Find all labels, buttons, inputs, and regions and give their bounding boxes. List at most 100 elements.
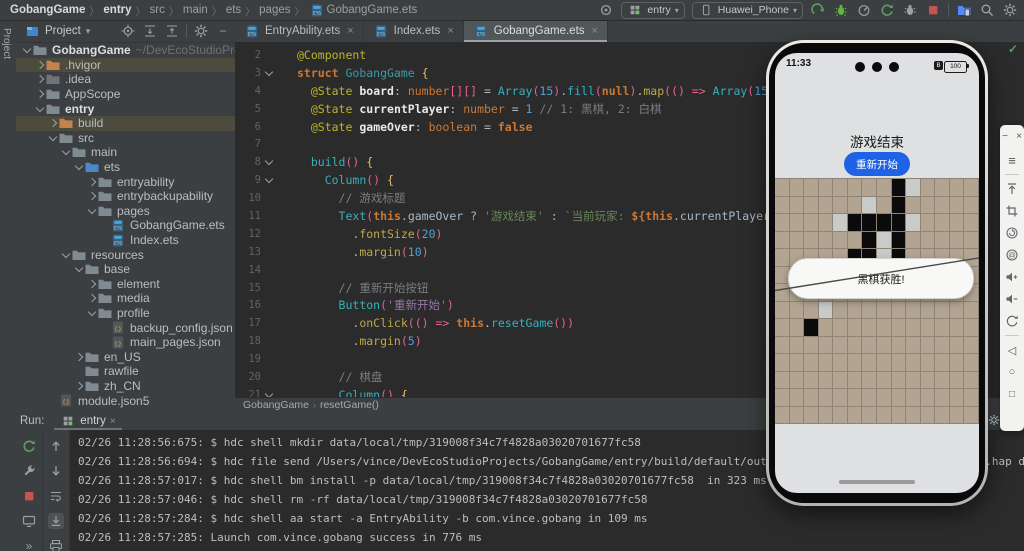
tree-item[interactable]: media	[16, 291, 235, 306]
board-cell[interactable]	[833, 389, 848, 407]
board-cell[interactable]	[804, 354, 819, 372]
board-cell[interactable]	[906, 302, 921, 320]
board-cell[interactable]	[892, 354, 907, 372]
board-cell[interactable]	[804, 179, 819, 197]
board-cell[interactable]	[848, 389, 863, 407]
tree-item[interactable]: element	[16, 277, 235, 292]
arrow-top-icon[interactable]	[1005, 178, 1019, 200]
search-icon[interactable]	[979, 2, 995, 18]
settings-icon[interactable]	[193, 23, 209, 39]
stop-icon[interactable]	[925, 2, 941, 18]
board-cell[interactable]	[862, 354, 877, 372]
black-stone[interactable]	[892, 197, 907, 215]
board-cell[interactable]	[862, 372, 877, 390]
board-cell[interactable]	[848, 197, 863, 215]
board-cell[interactable]	[892, 302, 907, 320]
board-cell[interactable]	[935, 354, 950, 372]
black-stone[interactable]	[862, 232, 877, 250]
tree-item[interactable]: pages	[16, 204, 235, 219]
board-cell[interactable]	[833, 354, 848, 372]
board-cell[interactable]	[819, 319, 834, 337]
attach-debug-icon[interactable]	[902, 2, 918, 18]
tree-expander[interactable]	[48, 136, 58, 140]
board-cell[interactable]	[819, 372, 834, 390]
board-cell[interactable]	[833, 179, 848, 197]
wrench-icon[interactable]	[21, 463, 37, 479]
rotate-icon[interactable]	[1005, 310, 1019, 332]
board-cell[interactable]	[833, 232, 848, 250]
softwrap-icon[interactable]	[48, 488, 64, 504]
up-icon[interactable]	[48, 438, 64, 454]
tree-item[interactable]: entrybackupability	[16, 189, 235, 204]
breadcrumb-class[interactable]: GobangGame	[243, 399, 309, 411]
board-cell[interactable]	[790, 214, 805, 232]
black-stone[interactable]	[892, 179, 907, 197]
board-cell[interactable]	[921, 232, 936, 250]
board-cell[interactable]	[877, 389, 892, 407]
board-cell[interactable]	[921, 179, 936, 197]
board-cell[interactable]	[935, 337, 950, 355]
board-cell[interactable]	[964, 232, 979, 250]
board-cell[interactable]	[877, 372, 892, 390]
board-cell[interactable]	[819, 354, 834, 372]
target-icon[interactable]	[598, 2, 614, 18]
board-cell[interactable]	[804, 232, 819, 250]
board-cell[interactable]	[790, 337, 805, 355]
board-cell[interactable]	[935, 179, 950, 197]
tree-item[interactable]: ETSGobangGame.ets	[16, 218, 235, 233]
white-stone[interactable]	[906, 179, 921, 197]
tree-item[interactable]: base	[16, 262, 235, 277]
locate-icon[interactable]	[120, 23, 136, 39]
device-select[interactable]: Huawei_Phone▾	[692, 2, 803, 19]
board-cell[interactable]	[775, 232, 790, 250]
fold-marker-icon[interactable]	[266, 178, 272, 182]
board-cell[interactable]	[790, 232, 805, 250]
board-cell[interactable]	[950, 197, 965, 215]
close-tab-icon[interactable]: ×	[110, 416, 116, 427]
rotate-circle-icon[interactable]	[1005, 222, 1019, 244]
board-cell[interactable]	[921, 354, 936, 372]
tree-expander[interactable]	[74, 267, 84, 271]
board-cell[interactable]	[950, 354, 965, 372]
black-stone[interactable]	[892, 232, 907, 250]
crop-icon[interactable]	[1005, 200, 1019, 222]
tree-item[interactable]: en_US	[16, 349, 235, 364]
tree-item[interactable]: .idea	[16, 72, 235, 87]
board-cell[interactable]	[848, 407, 863, 425]
rerun-icon[interactable]	[21, 438, 37, 454]
breadcrumb-item[interactable]: entry	[103, 4, 131, 16]
board-cell[interactable]	[935, 214, 950, 232]
tree-item[interactable]: GobangGame~/DevEcoStudioProjects/Goba	[16, 43, 235, 58]
tree-expander[interactable]	[61, 253, 71, 257]
white-stone[interactable]	[833, 214, 848, 232]
board-cell[interactable]	[790, 354, 805, 372]
monitor-icon[interactable]	[21, 513, 37, 529]
black-stone[interactable]	[804, 319, 819, 337]
board-cell[interactable]	[790, 407, 805, 425]
breadcrumb-item[interactable]: GobangGame.ets	[327, 4, 418, 16]
board-cell[interactable]	[848, 337, 863, 355]
board-cell[interactable]	[819, 389, 834, 407]
board-cell[interactable]	[833, 319, 848, 337]
board-cell[interactable]	[775, 179, 790, 197]
settings-icon[interactable]	[1002, 2, 1018, 18]
board-cell[interactable]	[819, 407, 834, 425]
board-cell[interactable]	[935, 372, 950, 390]
tree-item[interactable]: src	[16, 131, 235, 146]
board-cell[interactable]	[848, 179, 863, 197]
board-cell[interactable]	[775, 284, 790, 302]
board-cell[interactable]	[848, 372, 863, 390]
board-cell[interactable]	[862, 389, 877, 407]
board-cell[interactable]	[950, 232, 965, 250]
board-cell[interactable]	[935, 389, 950, 407]
black-stone[interactable]	[877, 214, 892, 232]
board-cell[interactable]	[833, 197, 848, 215]
white-stone[interactable]	[862, 197, 877, 215]
back-icon[interactable]: ◁	[1008, 339, 1016, 361]
board-cell[interactable]	[833, 372, 848, 390]
breadcrumb-item[interactable]: src	[150, 4, 165, 16]
board-cell[interactable]	[877, 197, 892, 215]
board-cell[interactable]	[804, 389, 819, 407]
board-cell[interactable]	[790, 372, 805, 390]
board-cell[interactable]	[819, 232, 834, 250]
